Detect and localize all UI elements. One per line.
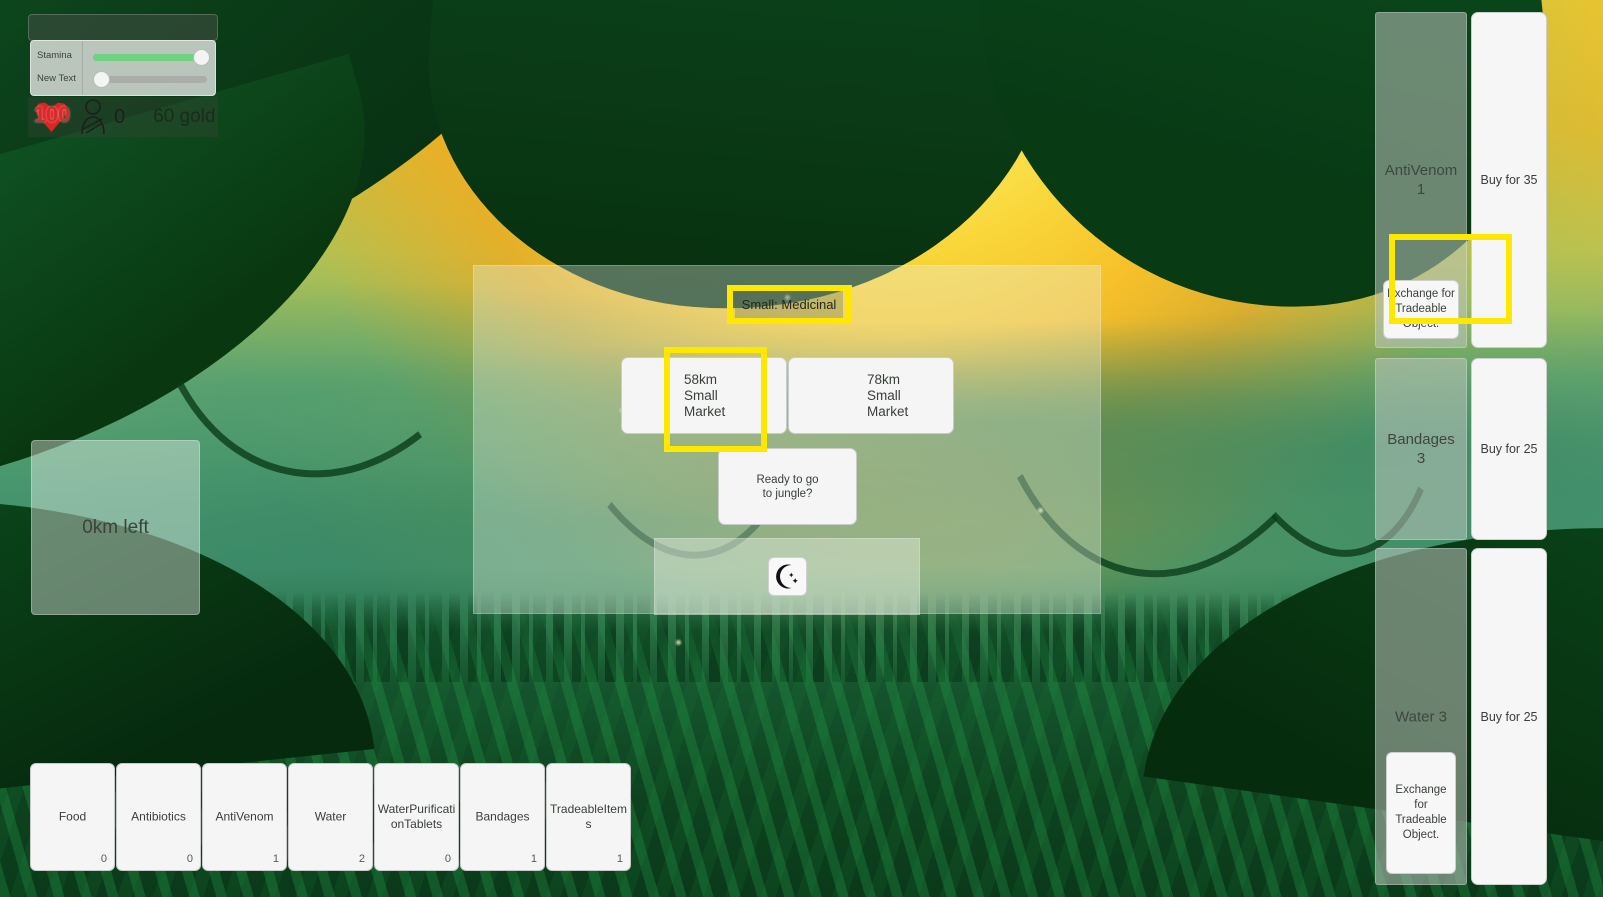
inventory-slot-water-purification-tablets[interactable]: WaterPurificationTablets 0 bbox=[374, 763, 459, 871]
inventory-item-name: Food bbox=[58, 809, 87, 824]
inventory-slot-antibiotics[interactable]: Antibiotics 0 bbox=[116, 763, 201, 871]
shop-item-qty-text: 1 bbox=[1416, 181, 1426, 198]
injured-person-icon bbox=[81, 99, 105, 135]
shop-item-qty-text: 3 bbox=[1438, 708, 1447, 725]
slider-label-column: Stamina New Text bbox=[31, 41, 83, 95]
shop-item-name-text: AntiVenom bbox=[1384, 162, 1458, 179]
shop-buy-bandages[interactable]: Buy for 25 bbox=[1471, 358, 1547, 540]
market-size: Small bbox=[867, 387, 901, 403]
shop-buy-antivenom[interactable]: Buy for 35 bbox=[1471, 12, 1547, 348]
shop-item-label: AntiVenom 1 bbox=[1376, 161, 1466, 199]
shop-item-water[interactable]: Water 3 Exchange for Tradeable Object. bbox=[1375, 548, 1467, 885]
gold-amount: 60 gold bbox=[153, 106, 216, 127]
inventory-item-name: TradeableItems bbox=[550, 802, 627, 831]
market-type: Market bbox=[867, 403, 909, 419]
inventory-item-qty: 0 bbox=[100, 853, 107, 865]
shop-buy-water[interactable]: Buy for 25 bbox=[1471, 548, 1547, 885]
new-text-slider-track bbox=[93, 75, 207, 83]
inventory-item-name: AntiVenom bbox=[215, 809, 274, 824]
market-distance: 78km bbox=[867, 371, 901, 387]
inventory-item-qty: 1 bbox=[616, 853, 623, 865]
jungle-prompt-line-2: to jungle? bbox=[762, 487, 813, 500]
shop-item-antivenom[interactable]: AntiVenom 1 Exchange for Tradeable Objec… bbox=[1375, 12, 1467, 348]
new-text-slider-knob[interactable] bbox=[93, 70, 110, 88]
shop-item-qty-text: 3 bbox=[1416, 450, 1426, 467]
inventory-slot-bandages[interactable]: Bandages 1 bbox=[460, 763, 545, 871]
stamina-slider[interactable] bbox=[93, 48, 211, 66]
shop-item-bandages[interactable]: Bandages 3 bbox=[1375, 358, 1467, 540]
inventory-item-name: Antibiotics bbox=[131, 809, 186, 824]
shop-item-name-text: Water bbox=[1395, 708, 1435, 725]
market-button-78km[interactable]: 78km Small Market bbox=[788, 357, 954, 434]
sparkle bbox=[676, 640, 681, 645]
game-screen: Stamina New Text 100 0 60 gold 0km left … bbox=[0, 0, 1603, 897]
inventory-slot-tradeable-items[interactable]: TradeableItems 1 bbox=[546, 763, 631, 871]
rest-panel bbox=[654, 538, 920, 615]
market-distance: 58km bbox=[684, 371, 718, 387]
shop-exchange-water[interactable]: Exchange for Tradeable Object. bbox=[1386, 752, 1456, 874]
market-title: Small: Medicinal bbox=[735, 290, 843, 318]
inventory-item-name: Bandages bbox=[475, 809, 530, 824]
shop-section-antivenom: AntiVenom 1 Exchange for Tradeable Objec… bbox=[1375, 12, 1547, 348]
hud-top-bar bbox=[28, 14, 218, 41]
stamina-slider-fill bbox=[93, 53, 198, 61]
shop-item-name-text: Bandages bbox=[1387, 431, 1455, 448]
distance-panel: 0km left bbox=[31, 440, 200, 615]
market-type: Market bbox=[684, 403, 726, 419]
crescent-moon-icon bbox=[775, 564, 798, 589]
jungle-prompt-line-1: Ready to go bbox=[756, 473, 819, 486]
shop-item-label: Bandages 3 bbox=[1376, 430, 1466, 468]
distance-left-label: 0km left bbox=[82, 516, 149, 538]
shop-exchange-antivenom[interactable]: Exchange for Tradeable Object. bbox=[1383, 280, 1459, 339]
go-to-jungle-button[interactable]: Ready to go to jungle? bbox=[718, 448, 857, 525]
heart-icon: 100 bbox=[32, 98, 72, 136]
inventory-item-name: WaterPurificationTablets bbox=[377, 802, 456, 831]
slider-label-stamina: Stamina bbox=[37, 50, 72, 62]
injury-count: 0 bbox=[114, 105, 126, 128]
shop-section-bandages: Bandages 3 Buy for 25 bbox=[1375, 358, 1547, 540]
slider-label-new-text: New Text bbox=[37, 73, 76, 85]
inventory-item-qty: 0 bbox=[444, 853, 451, 865]
market-button-58km[interactable]: 58km Small Market bbox=[621, 357, 787, 434]
inventory-slot-antivenom[interactable]: AntiVenom 1 bbox=[202, 763, 287, 871]
inventory-item-qty: 1 bbox=[530, 853, 537, 865]
inventory-item-qty: 2 bbox=[358, 853, 365, 865]
market-size: Small bbox=[684, 387, 718, 403]
hud-stat-bar: 100 0 60 gold bbox=[28, 97, 218, 137]
new-text-slider[interactable] bbox=[93, 70, 207, 88]
inventory-item-qty: 0 bbox=[186, 853, 193, 865]
stamina-slider-knob[interactable] bbox=[193, 48, 211, 66]
inventory-item-qty: 1 bbox=[272, 853, 279, 865]
health-value: 100 bbox=[33, 101, 71, 127]
shop-item-label: Water 3 bbox=[1376, 707, 1466, 726]
inventory-bar: Food 0 Antibiotics 0 AntiVenom 1 Water 2… bbox=[30, 763, 632, 871]
shop-section-water: Water 3 Exchange for Tradeable Object. B… bbox=[1375, 548, 1547, 885]
inventory-slot-water[interactable]: Water 2 bbox=[288, 763, 373, 871]
stat-slider-panel: Stamina New Text bbox=[30, 40, 216, 96]
inventory-item-name: Water bbox=[314, 809, 347, 824]
sleep-button[interactable] bbox=[767, 557, 807, 596]
inventory-slot-food[interactable]: Food 0 bbox=[30, 763, 115, 871]
slider-track-column bbox=[83, 41, 215, 95]
